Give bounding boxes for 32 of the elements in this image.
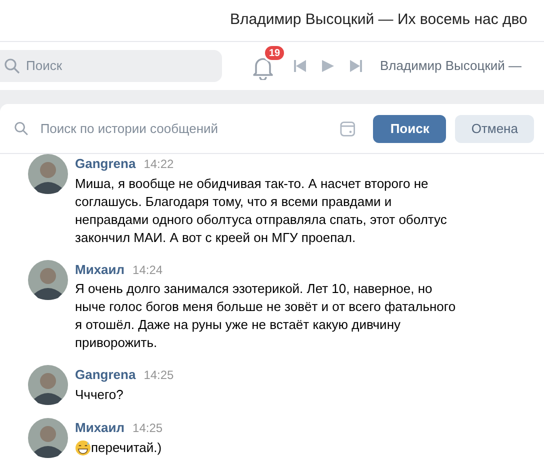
search-button[interactable]: Поиск bbox=[373, 114, 446, 142]
search-icon bbox=[14, 121, 28, 136]
track-title[interactable]: Владимир Высоцкий — bbox=[380, 56, 522, 76]
previous-track-icon[interactable] bbox=[294, 60, 306, 72]
play-icon[interactable] bbox=[322, 60, 334, 72]
avatar bbox=[28, 260, 68, 300]
author-name[interactable]: Gangrena bbox=[75, 365, 136, 384]
avatar bbox=[28, 418, 68, 458]
notification-badge: 19 bbox=[263, 44, 286, 62]
search-field[interactable]: Поиск bbox=[0, 50, 222, 82]
author-name[interactable]: Михаил bbox=[75, 418, 125, 438]
message-text: Я очень долго занимался эзотерикой. Лет 10, наверное, но ныче голос богов меня больше не зовёт и от всего фатального я отошёл. Даже на руны уже не встаёт какую дивчину приворожить. bbox=[75, 280, 457, 352]
message-time: 14:25 bbox=[144, 367, 174, 384]
calendar-icon[interactable] bbox=[340, 120, 356, 137]
window-title: Владимир Высоцкий — Их восемь нас дво bbox=[230, 10, 528, 30]
message-text: Миша, я вообще не обидчивая так-то. А насчет второго не соглашусь. Благодаря тому, что я всеми правдами и неправдами одного оболтуса отправляла спать, этот оболтус закончил МАИ. А вот с креей он МГУ проепал. bbox=[75, 174, 448, 246]
message-time: 14:22 bbox=[144, 156, 174, 173]
author-name[interactable]: Михаил bbox=[75, 260, 125, 279]
message-time: 14:24 bbox=[132, 262, 163, 278]
smiling-emoji-icon bbox=[75, 440, 91, 456]
search-icon bbox=[4, 58, 20, 74]
bell-icon[interactable] bbox=[252, 56, 274, 80]
message-text: Чччего? bbox=[75, 386, 124, 404]
history-search-field[interactable]: Поиск по истории сообщений bbox=[40, 118, 298, 138]
message-time: 14:25 bbox=[132, 420, 163, 437]
avatar bbox=[28, 365, 68, 405]
cancel-button[interactable]: Отмена bbox=[455, 114, 534, 142]
next-track-icon[interactable] bbox=[350, 60, 362, 72]
author-name[interactable]: Gangrena bbox=[75, 154, 136, 174]
message-text: перечитай.) bbox=[91, 438, 162, 456]
search-input[interactable]: Поиск bbox=[26, 56, 206, 76]
avatar bbox=[28, 154, 68, 194]
